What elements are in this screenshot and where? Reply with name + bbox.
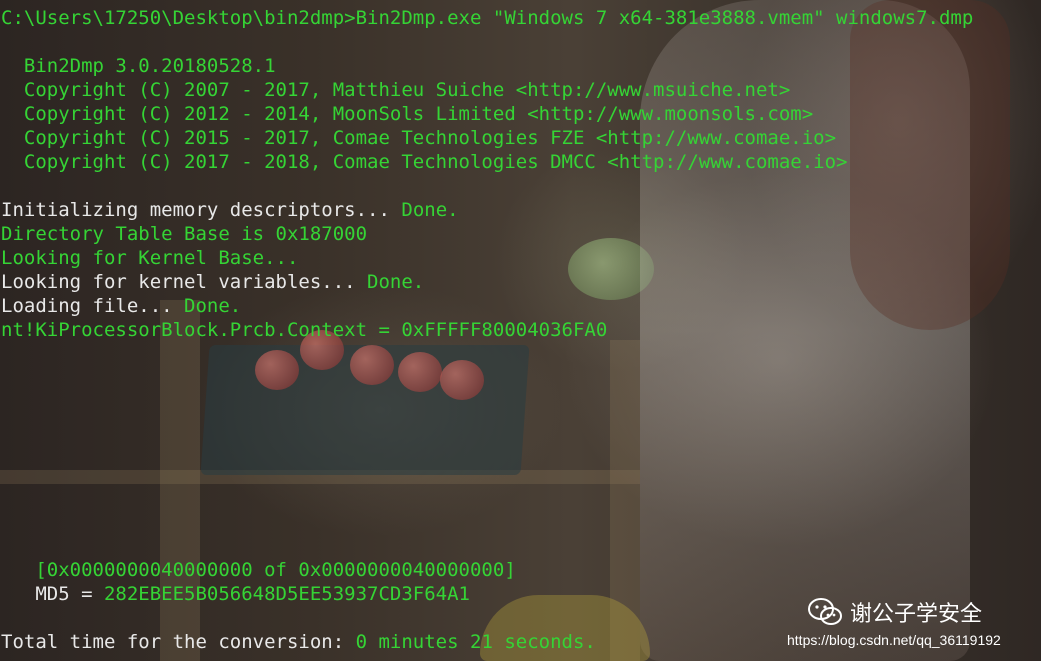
- init-text: Initializing memory descriptors...: [1, 199, 402, 221]
- banner-copyright: Copyright (C) 2017 - 2018, Comae Technol…: [1, 151, 848, 173]
- console-output[interactable]: C:\Users\17250\Desktop\bin2dmp>Bin2Dmp.e…: [0, 0, 1041, 661]
- kernel-base-line: Looking for Kernel Base...: [1, 247, 299, 269]
- kernel-vars-text: Looking for kernel variables...: [1, 271, 368, 293]
- total-time-value: 0 minutes 21 seconds.: [355, 631, 596, 653]
- loading-text: Loading file...: [1, 295, 185, 317]
- dtb-line: Directory Table Base is 0x187000: [1, 223, 368, 245]
- total-time-label: Total time for the conversion:: [1, 631, 356, 653]
- kernel-vars-line: Looking for kernel variables... Done.: [1, 270, 424, 294]
- progress-line: [0x0000000040000000 of 0x000000004000000…: [1, 559, 516, 581]
- md5-line: MD5 = 282EBEE5B056648D5EE53937CD3F64A1: [1, 582, 470, 606]
- banner-copyright: Copyright (C) 2007 - 2017, Matthieu Suic…: [1, 79, 791, 101]
- context-line: nt!KiProcessorBlock.Prcb.Context = 0xFFF…: [1, 319, 608, 341]
- init-status: Done.: [401, 199, 459, 221]
- md5-label: MD5 =: [1, 583, 104, 605]
- wechat-watermark: 谢公子学安全: [808, 596, 982, 628]
- banner-copyright: Copyright (C) 2015 - 2017, Comae Technol…: [1, 127, 837, 149]
- watermark-url: https://blog.csdn.net/qq_36119192: [787, 632, 1001, 648]
- command-line: C:\Users\17250\Desktop\bin2dmp>Bin2Dmp.e…: [1, 7, 974, 29]
- kernel-vars-status: Done.: [367, 271, 425, 293]
- md5-value: 282EBEE5B056648D5EE53937CD3F64A1: [103, 583, 470, 605]
- console-window: C:\Users\17250\Desktop\bin2dmp>Bin2Dmp.e…: [0, 0, 1041, 661]
- init-line: Initializing memory descriptors... Done.: [1, 198, 459, 222]
- banner-copyright: Copyright (C) 2012 - 2014, MoonSols Limi…: [1, 103, 814, 125]
- loading-status: Done.: [184, 295, 242, 317]
- loading-line: Loading file... Done.: [1, 294, 241, 318]
- wechat-icon: [808, 598, 842, 625]
- total-time-line: Total time for the conversion: 0 minutes…: [1, 630, 596, 654]
- watermark-name: 谢公子学安全: [850, 602, 983, 627]
- banner-version: Bin2Dmp 3.0.20180528.1: [1, 55, 276, 77]
